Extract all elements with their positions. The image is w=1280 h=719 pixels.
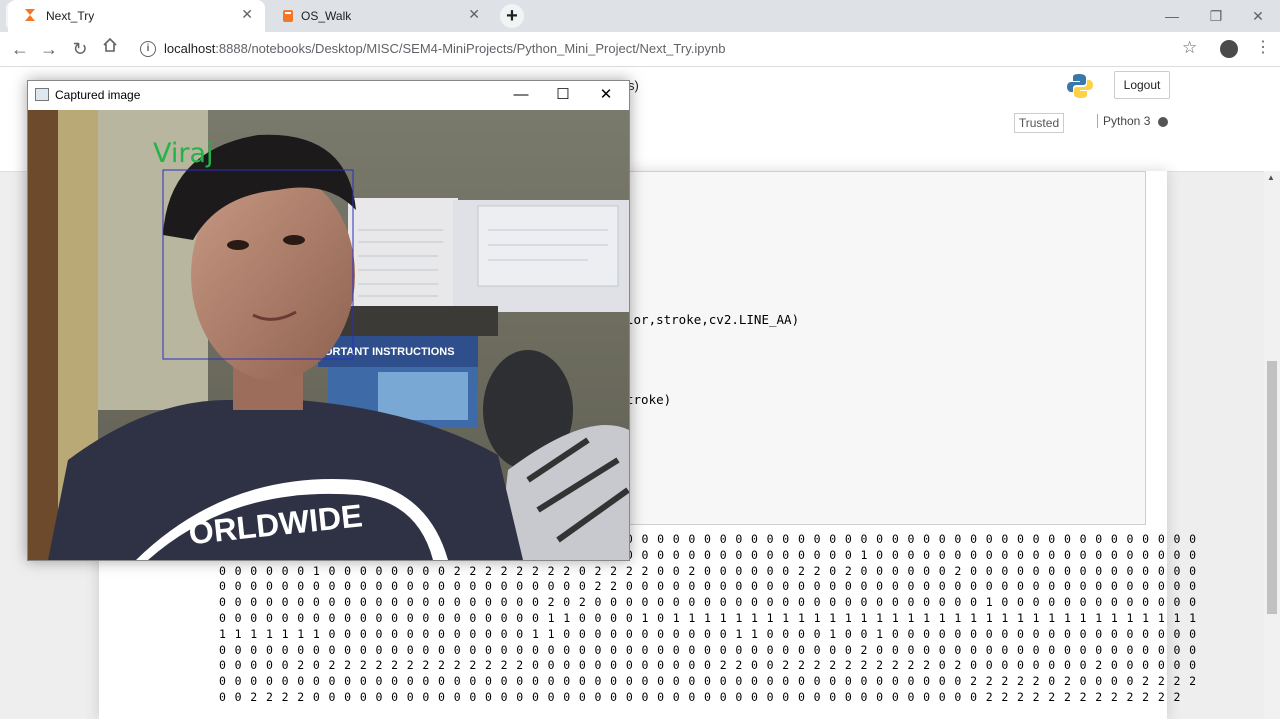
code-cell[interactable] bbox=[623, 171, 1146, 525]
close-tab-icon[interactable]: ✕ bbox=[468, 6, 480, 23]
browser-tab-bar: Next_Try ✕ OS_Walk ✕ + — ❐ ✕ bbox=[0, 0, 1280, 32]
window-title: Captured image bbox=[55, 88, 141, 102]
output-line: 0 0 0 0 0 2 0 2 2 2 2 2 2 2 2 2 2 2 2 2 … bbox=[219, 658, 1197, 673]
output-line: 0 0 0 0 0 0 0 0 0 0 0 0 0 0 0 0 0 0 0 0 … bbox=[219, 642, 1197, 657]
minimize-window-button[interactable]: — bbox=[1150, 4, 1194, 28]
home-icon[interactable] bbox=[98, 36, 122, 58]
back-arrow-icon[interactable]: ← bbox=[8, 38, 32, 60]
tab-title: Next_Try bbox=[46, 9, 95, 23]
captured-image-window[interactable]: Captured image — ☐ ✕ ORTANT INSTRUCTIONS… bbox=[27, 80, 630, 561]
browser-toolbar: ← → ↻ i localhost:8888/notebooks/Desktop… bbox=[0, 32, 1280, 67]
output-line: 0 0 0 0 0 0 0 0 0 0 0 0 0 0 0 0 0 0 0 0 … bbox=[219, 595, 1197, 610]
code-line: troke) bbox=[626, 392, 672, 407]
kernel-name: Python 3 bbox=[1097, 114, 1150, 128]
webcam-frame: ORTANT INSTRUCTIONS ORLDWIDE Viraj bbox=[28, 110, 629, 560]
scroll-up-icon[interactable]: ▲ bbox=[1267, 173, 1275, 182]
maximize-button[interactable]: ☐ bbox=[548, 85, 578, 105]
window-app-icon bbox=[35, 88, 49, 101]
star-bookmark-icon[interactable]: ☆ bbox=[1182, 38, 1197, 58]
output-line: 0 0 0 0 0 0 0 0 0 0 0 0 0 0 0 0 0 0 0 0 … bbox=[219, 579, 1197, 594]
close-tab-icon[interactable]: ✕ bbox=[241, 6, 253, 23]
close-window-button[interactable]: ✕ bbox=[1236, 4, 1280, 28]
output-line: 0 0 0 0 0 0 0 0 0 0 0 0 0 0 0 0 0 0 0 0 … bbox=[219, 674, 1197, 689]
output-line: 0 0 2 2 2 2 0 0 0 0 0 0 0 0 0 0 0 0 0 0 … bbox=[219, 689, 1182, 704]
minimize-button[interactable]: — bbox=[506, 85, 536, 105]
address-bar[interactable]: i localhost:8888/notebooks/Desktop/MISC/… bbox=[140, 37, 1212, 61]
notebook-icon bbox=[282, 9, 294, 26]
window-titlebar[interactable]: Captured image — ☐ ✕ bbox=[28, 81, 629, 109]
poster-text: ORTANT INSTRUCTIONS bbox=[324, 346, 455, 358]
output-line: 0 0 0 0 0 0 0 0 0 0 0 0 0 0 0 0 0 0 0 0 … bbox=[219, 610, 1197, 625]
forward-arrow-icon[interactable]: → bbox=[37, 38, 61, 60]
tab-title: OS_Walk bbox=[301, 9, 352, 23]
face-label: Viraj bbox=[153, 138, 214, 169]
output-line: 1 1 1 1 1 1 1 0 0 0 0 0 0 0 0 0 0 0 0 0 … bbox=[219, 626, 1197, 641]
url-text: localhost:8888/notebooks/Desktop/MISC/SE… bbox=[164, 41, 726, 56]
python-logo-icon bbox=[1066, 72, 1094, 103]
reload-icon[interactable]: ↻ bbox=[68, 38, 92, 60]
hourglass-icon bbox=[24, 8, 36, 25]
trusted-indicator[interactable]: Trusted bbox=[1014, 113, 1064, 133]
kernel-status-icon bbox=[1158, 117, 1168, 127]
tab-os-walk[interactable]: OS_Walk ✕ bbox=[272, 0, 492, 32]
close-button[interactable]: ✕ bbox=[591, 85, 621, 105]
menu-kebab-icon[interactable]: ⋮ bbox=[1255, 37, 1271, 57]
site-info-icon[interactable]: i bbox=[140, 41, 156, 57]
tab-next-try[interactable]: Next_Try ✕ bbox=[8, 0, 265, 32]
output-line: 0 0 0 0 0 0 1 0 0 0 0 0 0 0 0 2 2 2 2 2 … bbox=[219, 563, 1197, 578]
page-scrollbar[interactable]: ▲ bbox=[1264, 171, 1280, 719]
logout-button[interactable]: Logout bbox=[1114, 71, 1170, 99]
restore-window-button[interactable]: ❐ bbox=[1194, 4, 1238, 28]
scroll-thumb[interactable] bbox=[1267, 361, 1277, 614]
new-tab-button[interactable]: + bbox=[500, 4, 524, 28]
profile-avatar[interactable] bbox=[1220, 40, 1238, 58]
code-line: lor,stroke,cv2.LINE_AA) bbox=[626, 312, 800, 327]
